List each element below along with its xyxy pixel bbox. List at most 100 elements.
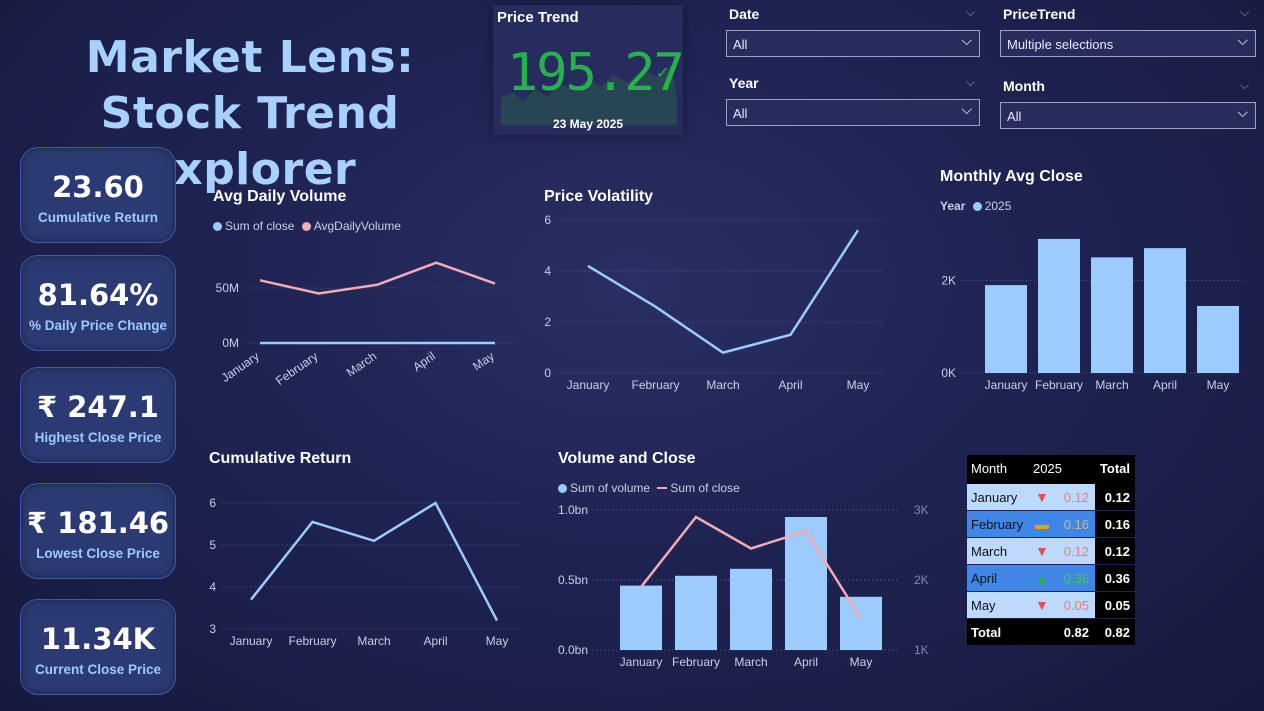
x-tick-label: May — [850, 655, 873, 669]
series-line — [587, 229, 860, 354]
matrix-row[interactable]: May ▼ 0.05 0.05 — [967, 592, 1135, 619]
date-slicer-label: Date — [729, 6, 760, 22]
legend-dot — [972, 202, 982, 211]
chevron-down-icon: ⌵ — [1237, 33, 1248, 49]
kpi-card-highest-close[interactable]: ₹ 247.1 Highest Close Price — [20, 367, 176, 463]
y-tick-label: 50M — [216, 281, 239, 295]
legend-dot — [213, 222, 222, 231]
matrix-total-value: 0.82 — [1063, 625, 1089, 640]
matrix-month: May — [971, 598, 996, 613]
matrix-row[interactable]: March ▼ 0.12 0.12 — [967, 538, 1135, 565]
price-volatility-title: Price Volatility — [544, 188, 654, 205]
x-tick-label: April — [423, 634, 447, 648]
bar — [1144, 248, 1186, 373]
legend-line — [657, 487, 668, 489]
bar — [1197, 305, 1239, 373]
kpi-card-current-close[interactable]: 11.34K Current Close Price — [20, 599, 176, 695]
avg-daily-volume-legend: Sum of close AvgDailyVolume — [213, 219, 401, 233]
matrix-row[interactable]: February ▬ 0.16 0.16 — [967, 511, 1135, 538]
x-tick-label: March — [1095, 378, 1128, 392]
legend-dot — [558, 484, 567, 493]
kpi-label: Current Close Price — [34, 662, 162, 677]
matrix-row-total: 0.36 — [1104, 571, 1130, 586]
bar — [675, 575, 717, 650]
matrix-value: 0.16 — [1063, 517, 1089, 532]
matrix-month: April — [971, 571, 998, 586]
price-trend-date: 23 May 2025 — [552, 117, 624, 131]
matrix-value: 0.36 — [1063, 571, 1089, 586]
price-trend-title: Price Trend — [497, 9, 579, 26]
y-tick-label: 5 — [209, 538, 216, 552]
pricetrend-slicer-value: Multiple selections — [1007, 37, 1114, 52]
monthly-avg-close-title: Monthly Avg Close — [940, 168, 1083, 185]
avg-daily-volume-chart[interactable]: 0M 50M January February March April May — [205, 240, 525, 390]
return-matrix-table[interactable]: Month 2025 Total January ▼ 0.12 0.12 Februar… — [967, 455, 1135, 645]
y-tick-label-right: 2K — [914, 573, 929, 587]
bar — [1091, 257, 1133, 373]
matrix-month: March — [971, 544, 1008, 559]
cumulative-return-chart[interactable]: 3 4 5 6 January February March April May — [200, 490, 530, 655]
pricetrend-slicer-label: PriceTrend — [1003, 6, 1076, 22]
y-tick-label: 0M — [222, 336, 239, 350]
x-tick-label: January — [620, 655, 663, 669]
year-slicer-dropdown[interactable]: All ⌵ — [726, 99, 980, 126]
x-tick-label: February — [672, 655, 720, 669]
volume-and-close-title: Volume and Close — [558, 450, 696, 467]
kpi-card-lowest-close[interactable]: ₹ 181.46 Lowest Close Price — [20, 483, 176, 579]
x-tick-label: April — [1153, 378, 1177, 392]
chevron-down-icon[interactable]: ⌵ — [1240, 78, 1249, 93]
kpi-card-daily-price-change[interactable]: 81.64% % Daily Price Change — [20, 255, 176, 351]
legend-title: Year — [940, 199, 966, 213]
monthly-avg-close-legend: Year 2025 — [940, 199, 1011, 213]
date-slicer-value: All — [733, 37, 748, 52]
x-tick-label: April — [778, 378, 802, 392]
price-trend-card[interactable]: Price Trend 195.27 ✓ 23 May 2025 — [493, 5, 685, 135]
series-line — [259, 261, 496, 295]
matrix-total-label: Total — [971, 625, 1002, 640]
bar — [620, 585, 662, 650]
pricetrend-slicer-dropdown[interactable]: Multiple selections ⌵ — [1000, 30, 1256, 57]
monthly-avg-close-chart[interactable]: 0K 2K January February March April May — [930, 215, 1250, 400]
legend-item: 2025 — [984, 199, 1012, 213]
matrix-header: Month 2025 Total — [967, 455, 1135, 484]
bar — [985, 285, 1027, 373]
price-volatility-chart[interactable]: 0 2 4 6 January February March April May — [535, 210, 890, 400]
check-icon: ✓ — [656, 63, 670, 82]
legend-item: Sum of volume — [570, 481, 651, 495]
chevron-down-icon[interactable]: ⌵ — [966, 75, 975, 90]
y-tick-label: 4 — [209, 580, 216, 594]
year-slicer-value: All — [733, 106, 748, 121]
series-line — [250, 501, 499, 622]
chevron-down-icon[interactable]: ⌵ — [1240, 5, 1249, 20]
matrix-row-total: 0.12 — [1104, 490, 1130, 505]
x-tick-label: March — [344, 349, 379, 380]
x-tick-label: February — [273, 349, 320, 388]
chevron-down-icon: ⌵ — [1237, 105, 1248, 121]
matrix-row-total: 0.12 — [1104, 544, 1130, 559]
matrix-row[interactable]: January ▼ 0.12 0.12 — [967, 484, 1135, 511]
kpi-label: Lowest Close Price — [36, 546, 160, 561]
month-slicer-value: All — [1007, 109, 1022, 124]
y-tick-label: 1.0bn — [558, 503, 588, 517]
kpi-card-cumulative-return[interactable]: 23.60 Cumulative Return — [20, 147, 176, 243]
chevron-down-icon[interactable]: ⌵ — [966, 5, 975, 20]
matrix-row-total: 0.16 — [1104, 517, 1130, 532]
volume-and-close-chart[interactable]: 0.0bn 0.5bn 1.0bn 1K 2K 3K January February Marc… — [552, 498, 937, 673]
matrix-total-total: 0.82 — [1104, 625, 1130, 640]
avg-daily-volume-title: Avg Daily Volume — [213, 188, 347, 205]
x-tick-label: January — [985, 378, 1028, 392]
chevron-down-icon: ⌵ — [961, 102, 972, 118]
y-tick-label: 4 — [544, 264, 551, 278]
year-slicer-label: Year — [729, 75, 759, 91]
x-tick-label: April — [794, 655, 818, 669]
volume-and-close-legend: Sum of volume Sum of close — [558, 481, 740, 495]
matrix-row[interactable]: April ▲ 0.36 0.36 — [967, 565, 1135, 592]
kpi-value: 11.34K — [40, 622, 156, 656]
date-slicer-dropdown[interactable]: All ⌵ — [726, 30, 980, 57]
x-tick-label: January — [219, 349, 262, 385]
month-slicer-label: Month — [1003, 78, 1045, 94]
month-slicer-dropdown[interactable]: All ⌵ — [1000, 102, 1256, 129]
y-tick-label: 0 — [544, 366, 551, 380]
legend-item: AvgDailyVolume — [313, 219, 401, 233]
chevron-down-icon: ⌵ — [961, 33, 972, 49]
